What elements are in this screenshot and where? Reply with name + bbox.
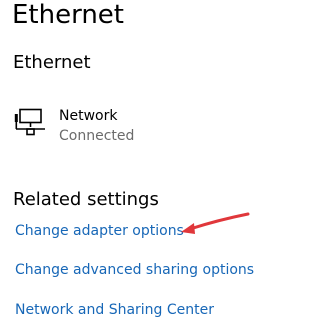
related-settings-heading: Related settings <box>13 189 159 210</box>
network-icon <box>14 108 45 136</box>
network-and-sharing-center-link[interactable]: Network and Sharing Center <box>15 301 214 319</box>
page-title: Ethernet <box>12 0 124 30</box>
ethernet-section-heading: Ethernet <box>13 52 91 73</box>
network-connection-item[interactable]: Network Connected <box>12 104 212 148</box>
annotation-arrow-icon <box>181 212 250 234</box>
network-status: Connected <box>59 128 135 144</box>
change-adapter-options-link[interactable]: Change adapter options <box>15 222 184 240</box>
change-advanced-sharing-options-link[interactable]: Change advanced sharing options <box>15 261 254 279</box>
network-name: Network <box>59 108 118 124</box>
